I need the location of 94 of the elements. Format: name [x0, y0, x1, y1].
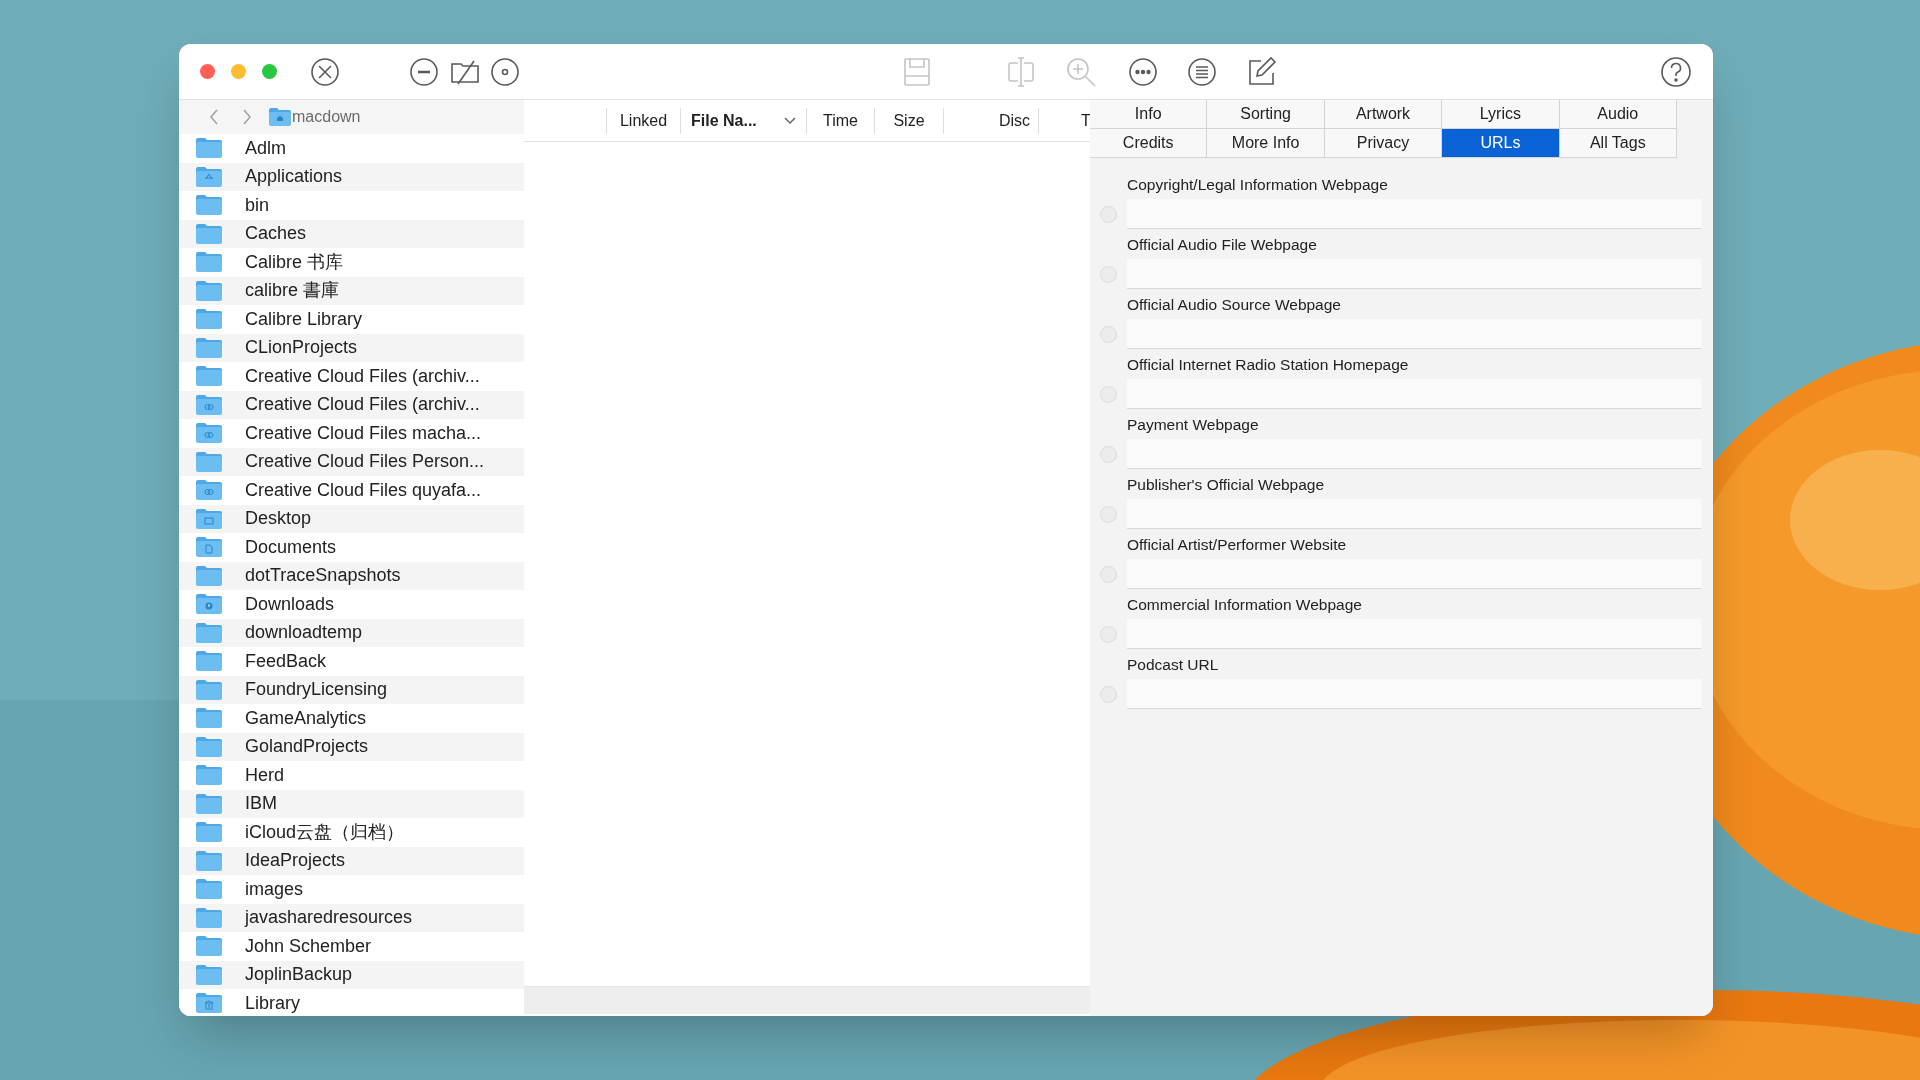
- field-label: Payment Webpage: [1127, 414, 1260, 435]
- tab[interactable]: Info: [1090, 100, 1208, 129]
- tab[interactable]: Artwork: [1324, 100, 1443, 129]
- url-field[interactable]: [1127, 319, 1701, 349]
- folder-icon: [195, 251, 223, 274]
- folder-icon: [195, 564, 223, 587]
- url-field[interactable]: [1127, 679, 1701, 709]
- close-icon[interactable]: [309, 55, 341, 88]
- field-label: Official Artist/Performer Website: [1127, 534, 1348, 555]
- tab[interactable]: Sorting: [1207, 100, 1325, 129]
- folder-icon: [195, 507, 223, 530]
- folder-icon: [195, 137, 223, 160]
- folder-item[interactable]: Creative Cloud Files Person...: [179, 447, 524, 476]
- field-label: Official Audio Source Webpage: [1127, 294, 1342, 315]
- zoom-window-button[interactable]: [262, 64, 277, 79]
- folder-icon: [195, 308, 223, 331]
- column-header[interactable]: Size: [874, 107, 943, 134]
- tab[interactable]: Lyrics: [1442, 100, 1560, 129]
- tab[interactable]: More Info: [1207, 129, 1325, 158]
- minimize-window-button[interactable]: [231, 64, 246, 79]
- folder-icon: [195, 279, 223, 302]
- folder-icon: [195, 422, 223, 445]
- folder-item[interactable]: IBM: [179, 789, 524, 818]
- folder-icon: [195, 678, 223, 701]
- folder-icon: [195, 336, 223, 359]
- folder-icon: [195, 735, 223, 758]
- field-label: Copyright/Legal Information Webpage: [1127, 174, 1389, 195]
- folder-item[interactable]: javasharedresources: [179, 903, 524, 932]
- forward-icon[interactable]: [242, 109, 252, 125]
- folder-item[interactable]: calibre 書庫: [179, 276, 524, 305]
- help-icon[interactable]: [1660, 55, 1692, 88]
- url-field[interactable]: [1127, 199, 1701, 229]
- folder-icon: [195, 593, 223, 616]
- url-field[interactable]: [1127, 259, 1701, 289]
- folder-icon: [195, 821, 223, 844]
- column-header[interactable]: Time: [806, 107, 874, 134]
- column-header[interactable]: File Na...: [680, 107, 806, 134]
- folder-icon: [195, 536, 223, 559]
- folder-item[interactable]: FoundryLicensing: [179, 675, 524, 704]
- folder-icon: [195, 992, 223, 1015]
- folder-icon: [195, 194, 223, 217]
- folder-icon: [195, 906, 223, 929]
- folder-name: macdown: [292, 107, 361, 127]
- column-header[interactable]: Linked: [606, 107, 680, 134]
- url-field[interactable]: [1127, 379, 1701, 409]
- folder-item[interactable]: Caches: [179, 219, 524, 248]
- folder-item[interactable]: downloadtemp: [179, 618, 524, 647]
- url-field[interactable]: [1127, 439, 1701, 469]
- folder-icon: [195, 792, 223, 815]
- folder-icon: [195, 450, 223, 473]
- folder-item[interactable]: IdeaProjects: [179, 846, 524, 875]
- more-icon[interactable]: [1127, 55, 1159, 88]
- home-folder-icon: [268, 107, 292, 127]
- tab[interactable]: Audio: [1559, 100, 1677, 129]
- folder-icon: [195, 479, 223, 502]
- folder-item[interactable]: CLionProjects: [179, 333, 524, 362]
- disc-icon[interactable]: [489, 55, 521, 88]
- minus-circle-icon[interactable]: [408, 55, 440, 88]
- url-field[interactable]: [1127, 499, 1701, 529]
- folder-icon: [195, 222, 223, 245]
- folder-item[interactable]: JoplinBackup: [179, 960, 524, 989]
- folder-item[interactable]: Desktop: [179, 504, 524, 533]
- folder-item[interactable]: GolandProjects: [179, 732, 524, 761]
- field-label: Podcast URL: [1127, 654, 1220, 675]
- back-icon[interactable]: [209, 109, 219, 125]
- tab[interactable]: URLs: [1442, 129, 1560, 158]
- horizontal-scrollbar[interactable]: [524, 986, 1090, 1014]
- folder-icon: [195, 963, 223, 986]
- folder-icon: [195, 878, 223, 901]
- folder-icon: [195, 764, 223, 787]
- folder-icon: [195, 935, 223, 958]
- tab[interactable]: Credits: [1090, 129, 1208, 158]
- url-field[interactable]: [1127, 619, 1701, 649]
- tab[interactable]: All Tags: [1559, 129, 1677, 158]
- folder-icon: [195, 365, 223, 388]
- folder-item[interactable]: Creative Cloud Files (archiv...: [179, 390, 524, 419]
- column-header[interactable]: Disc: [943, 107, 1038, 134]
- field-label: Official Audio File Webpage: [1127, 234, 1318, 255]
- folder-icon: [195, 165, 223, 188]
- folder-icon: [195, 393, 223, 416]
- folder-icon: [195, 621, 223, 644]
- field-label: Publisher's Official Webpage: [1127, 474, 1326, 495]
- tab[interactable]: Privacy: [1324, 129, 1443, 158]
- close-window-button[interactable]: [200, 64, 215, 79]
- folder-icon: [195, 650, 223, 673]
- folder-item[interactable]: dotTraceSnapshots: [179, 561, 524, 590]
- field-label: Official Internet Radio Station Homepage: [1127, 354, 1410, 375]
- url-field[interactable]: [1127, 559, 1701, 589]
- field-label: Commercial Information Webpage: [1127, 594, 1363, 615]
- folder-item[interactable]: Applications: [179, 162, 524, 191]
- chevron-down-icon: [784, 116, 796, 125]
- folder-icon: [195, 849, 223, 872]
- list-icon[interactable]: [1186, 55, 1218, 88]
- folder-icon: [195, 707, 223, 730]
